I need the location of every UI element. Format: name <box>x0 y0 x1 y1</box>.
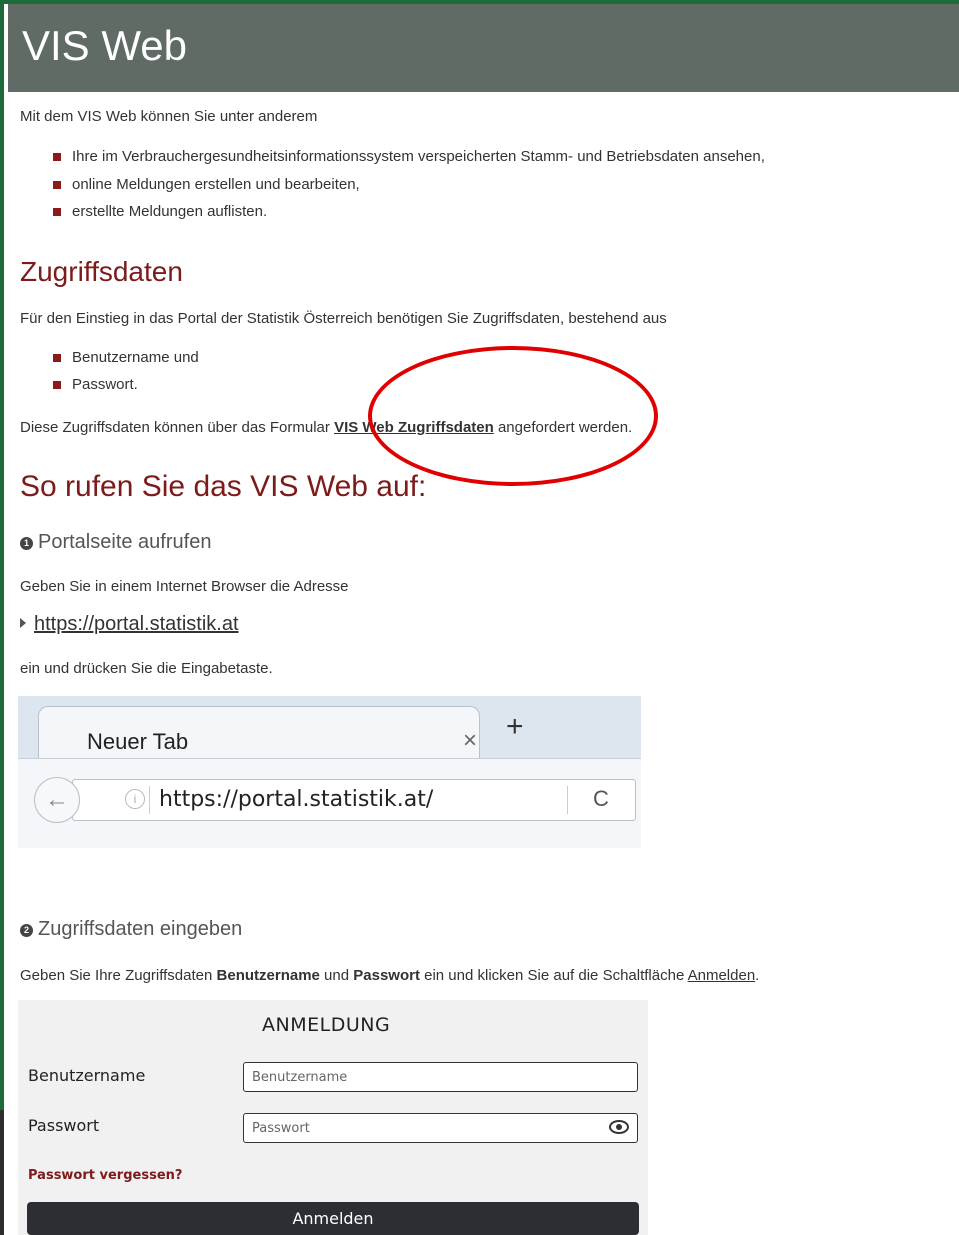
username-field[interactable]: Benutzername <box>243 1062 638 1092</box>
window-frame-shadow <box>0 1110 4 1235</box>
intro-text: Mit dem VIS Web können Sie unter anderem <box>20 108 318 125</box>
password-placeholder: Passwort <box>252 1121 310 1136</box>
password-label: Passwort <box>28 1116 100 1135</box>
intro-bullet: online Meldungen erstellen und bearbeite… <box>72 176 360 193</box>
page-header: VIS Web <box>8 4 959 92</box>
bullet-icon <box>53 354 61 362</box>
portal-url-link[interactable]: https://portal.statistik.at <box>34 613 239 635</box>
step-1-text: Geben Sie in einem Internet Browser die … <box>20 578 349 595</box>
username-label: Benutzername <box>28 1066 146 1085</box>
step-2-bold-password: Passwort <box>353 967 420 984</box>
browser-url-text: https://portal.statistik.at/ <box>159 787 434 812</box>
login-form-screenshot: ANMELDUNG Benutzername Benutzername Pass… <box>18 1000 648 1235</box>
login-button[interactable]: Anmelden <box>27 1202 639 1235</box>
step-2-heading: 2 Zugriffsdaten eingeben <box>20 918 242 941</box>
bullet-icon <box>53 381 61 389</box>
step-2-text-a: Geben Sie Ihre Zugriffsdaten <box>20 967 217 984</box>
intro-bullet: Ihre im Verbrauchergesundheitsinformatio… <box>72 148 765 165</box>
step-2-text-d: . <box>755 967 760 984</box>
zugriff-text: Für den Einstieg in das Portal der Stati… <box>20 310 667 327</box>
red-highlight-circle <box>368 346 658 486</box>
window-frame-left <box>0 0 4 1235</box>
zugriff-bullet: Benutzername und <box>72 349 199 366</box>
step-2-text: Geben Sie Ihre Zugriffsdaten Benutzernam… <box>20 967 759 984</box>
browser-tab-label: Neuer Tab <box>87 729 189 754</box>
step-number-2-icon: 2 <box>20 924 33 937</box>
plus-icon: + <box>506 710 524 743</box>
step-2-bold-username: Benutzername <box>216 967 320 984</box>
request-text-prefix: Diese Zugriffsdaten können über das Form… <box>20 419 335 436</box>
section-heading-howto: So rufen Sie das VIS Web auf: <box>20 470 427 503</box>
bullet-icon <box>53 181 61 189</box>
step-number-1-icon: 1 <box>20 537 33 550</box>
browser-nav-row: i https://portal.statistik.at/ C ← <box>18 758 641 848</box>
browser-tab: Neuer Tab × <box>38 706 480 759</box>
arrow-right-icon <box>20 618 26 628</box>
reload-icon: C <box>593 786 609 811</box>
browser-tabstrip: Neuer Tab × + <box>18 696 641 759</box>
bullet-icon <box>53 153 61 161</box>
step-1-heading: 1 Portalseite aufrufen <box>20 531 211 554</box>
zugriff-bullet: Passwort. <box>72 376 138 393</box>
step-1-title: Portalseite aufrufen <box>38 531 212 553</box>
password-field[interactable]: Passwort <box>243 1113 638 1143</box>
login-title: ANMELDUNG <box>262 1014 391 1036</box>
forgot-password-link[interactable]: Passwort vergessen? <box>28 1168 182 1183</box>
divider <box>567 786 568 814</box>
browser-url-bar: i https://portal.statistik.at/ C <box>72 779 636 821</box>
anmelden-link[interactable]: Anmelden <box>688 967 756 984</box>
back-arrow-icon: ← <box>34 777 80 823</box>
browser-screenshot: Neuer Tab × + i https://portal.statistik… <box>18 696 641 848</box>
page-title: VIS Web <box>22 22 187 69</box>
step-2-text-c: ein und klicken Sie auf die Schaltfläche <box>419 967 688 984</box>
bullet-icon <box>53 208 61 216</box>
section-heading-zugriffsdaten: Zugriffsdaten <box>20 256 183 287</box>
eye-icon[interactable] <box>609 1120 629 1134</box>
intro-bullet: erstellte Meldungen auflisten. <box>72 203 268 220</box>
step-1-text-2: ein und drücken Sie die Eingabetaste. <box>20 660 273 677</box>
portal-link-row: https://portal.statistik.at <box>20 613 239 636</box>
info-icon: i <box>125 789 145 809</box>
step-2-title: Zugriffsdaten eingeben <box>38 918 243 940</box>
step-2-text-b: und <box>319 967 354 984</box>
divider <box>149 786 150 814</box>
close-icon: × <box>463 727 478 754</box>
